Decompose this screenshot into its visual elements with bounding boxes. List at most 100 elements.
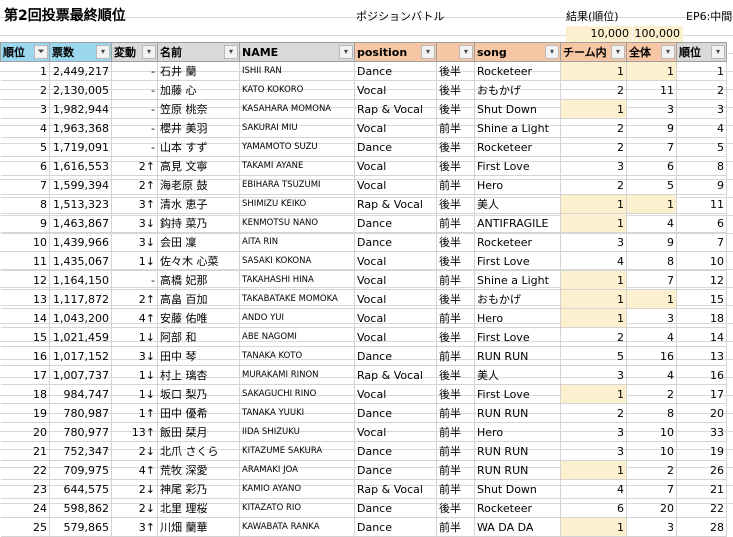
dropdown-icon[interactable]: ▾ <box>611 45 625 59</box>
cell-ep6-rank[interactable]: 8 <box>676 156 727 176</box>
cell-half[interactable]: 後半 <box>436 137 475 157</box>
cell-ep6-rank[interactable]: 20 <box>676 403 727 423</box>
cell-team-rank[interactable]: 5 <box>560 346 627 366</box>
dropdown-icon[interactable]: ▾ <box>142 45 156 59</box>
header-overall-rank[interactable]: 全体 ▾ <box>626 42 677 62</box>
cell-name[interactable]: 坂口 梨乃 <box>157 384 240 404</box>
cell-change[interactable]: - <box>111 270 158 290</box>
cell-rank[interactable]: 23 <box>0 479 50 499</box>
cell-ep6-rank[interactable]: 1 <box>676 61 727 81</box>
cell-half[interactable]: 前半 <box>436 346 475 366</box>
cell-ep6-rank[interactable]: 17 <box>676 384 727 404</box>
cell-ep6-rank[interactable]: 9 <box>676 175 727 195</box>
cell-name[interactable]: 田中 優希 <box>157 403 240 423</box>
cell-romaji[interactable]: KAMIO AYANO <box>239 479 355 499</box>
cell-overall-rank[interactable]: 2 <box>626 384 677 404</box>
cell-romaji[interactable]: ARAMAKI JOA <box>239 460 355 480</box>
cell-song[interactable]: おもかげ <box>474 289 561 309</box>
cell-romaji[interactable]: KITAZATO RIO <box>239 498 355 518</box>
cell-votes[interactable]: 1,719,091 <box>49 137 112 157</box>
header-song[interactable]: song ▾ <box>474 42 561 62</box>
cell-name[interactable]: 荒牧 深愛 <box>157 460 240 480</box>
cell-team-rank[interactable]: 2 <box>560 118 627 138</box>
cell-half[interactable]: 後半 <box>436 498 475 518</box>
cell-rank[interactable]: 25 <box>0 517 50 537</box>
cell-team-rank[interactable]: 4 <box>560 479 627 499</box>
cell-team-rank[interactable]: 2 <box>560 403 627 423</box>
cell-rank[interactable]: 10 <box>0 232 50 252</box>
cell-team-rank[interactable]: 1 <box>560 460 627 480</box>
cell-overall-rank[interactable]: 10 <box>626 422 677 442</box>
cell-overall-rank[interactable]: 9 <box>626 118 677 138</box>
cell-overall-rank[interactable]: 11 <box>626 80 677 100</box>
cell-overall-rank[interactable]: 10 <box>626 441 677 461</box>
cell-change[interactable]: 1↓ <box>111 365 158 385</box>
cell-team-rank[interactable]: 1 <box>560 194 627 214</box>
cell-votes[interactable]: 579,865 <box>49 517 112 537</box>
cell-song[interactable]: Rocketeer <box>474 498 561 518</box>
cell-song[interactable]: ANTIFRAGILE <box>474 213 561 233</box>
cell-change[interactable]: 3↓ <box>111 213 158 233</box>
cell-name[interactable]: 川畑 蘭華 <box>157 517 240 537</box>
cell-romaji[interactable]: ISHII RAN <box>239 61 355 81</box>
cell-votes[interactable]: 644,575 <box>49 479 112 499</box>
cell-position[interactable]: Dance <box>354 346 437 366</box>
cell-name[interactable]: 高畠 百加 <box>157 289 240 309</box>
cell-votes[interactable]: 1,463,867 <box>49 213 112 233</box>
cell-votes[interactable]: 2,449,217 <box>49 61 112 81</box>
cell-team-rank[interactable]: 1 <box>560 384 627 404</box>
cell-change[interactable]: 3↓ <box>111 232 158 252</box>
cell-romaji[interactable]: KATO KOKORO <box>239 80 355 100</box>
cell-romaji[interactable]: SAKAGUCHI RINO <box>239 384 355 404</box>
cell-ep6-rank[interactable]: 11 <box>676 194 727 214</box>
cell-romaji[interactable]: KASAHARA MOMONA <box>239 99 355 119</box>
cell-rank[interactable]: 5 <box>0 137 50 157</box>
cell-half[interactable]: 前半 <box>436 175 475 195</box>
cell-name[interactable]: 石井 蘭 <box>157 61 240 81</box>
cell-position[interactable]: Dance <box>354 137 437 157</box>
cell-romaji[interactable]: YAMAMOTO SUZU <box>239 137 355 157</box>
header-half[interactable]: ▾ <box>436 42 475 62</box>
header-rank[interactable]: 順位 ⏷ <box>0 42 50 62</box>
cell-song[interactable]: RUN RUN <box>474 441 561 461</box>
cell-name[interactable]: 海老原 鼓 <box>157 175 240 195</box>
cell-song[interactable]: RUN RUN <box>474 403 561 423</box>
cell-half[interactable]: 後半 <box>436 156 475 176</box>
cell-ep6-rank[interactable]: 12 <box>676 270 727 290</box>
cell-overall-rank[interactable]: 1 <box>626 194 677 214</box>
cell-name[interactable]: 高橋 妃那 <box>157 270 240 290</box>
cell-position[interactable]: Vocal <box>354 308 437 328</box>
cell-song[interactable]: First Love <box>474 251 561 271</box>
cell-rank[interactable]: 2 <box>0 80 50 100</box>
cell-position[interactable]: Vocal <box>354 80 437 100</box>
cell-change[interactable]: 1↓ <box>111 251 158 271</box>
cell-ep6-rank[interactable]: 13 <box>676 346 727 366</box>
cell-rank[interactable]: 18 <box>0 384 50 404</box>
cell-half[interactable]: 前半 <box>436 213 475 233</box>
cell-romaji[interactable]: KENMOTSU NANO <box>239 213 355 233</box>
cell-position[interactable]: Vocal <box>354 384 437 404</box>
cell-song[interactable]: 美人 <box>474 365 561 385</box>
cell-song[interactable]: Rocketeer <box>474 61 561 81</box>
cell-position[interactable]: Vocal <box>354 175 437 195</box>
cell-half[interactable]: 後半 <box>436 99 475 119</box>
cell-position[interactable]: Vocal <box>354 327 437 347</box>
cell-rank[interactable]: 1 <box>0 61 50 81</box>
cell-team-rank[interactable]: 3 <box>560 441 627 461</box>
cell-position[interactable]: Vocal <box>354 422 437 442</box>
cell-half[interactable]: 前半 <box>436 422 475 442</box>
cell-overall-rank[interactable]: 9 <box>626 232 677 252</box>
cell-rank[interactable]: 14 <box>0 308 50 328</box>
cell-half[interactable]: 前半 <box>436 308 475 328</box>
dropdown-icon[interactable]: ▾ <box>711 45 725 59</box>
cell-half[interactable]: 後半 <box>436 327 475 347</box>
dropdown-icon[interactable]: ▾ <box>96 45 110 59</box>
cell-change[interactable]: 2↓ <box>111 479 158 499</box>
cell-rank[interactable]: 17 <box>0 365 50 385</box>
cell-change[interactable]: 2↑ <box>111 175 158 195</box>
header-votes[interactable]: 票数 ▾ <box>49 42 112 62</box>
cell-song[interactable]: Rocketeer <box>474 137 561 157</box>
cell-change[interactable]: 2↑ <box>111 289 158 309</box>
cell-team-rank[interactable]: 3 <box>560 365 627 385</box>
cell-rank[interactable]: 7 <box>0 175 50 195</box>
